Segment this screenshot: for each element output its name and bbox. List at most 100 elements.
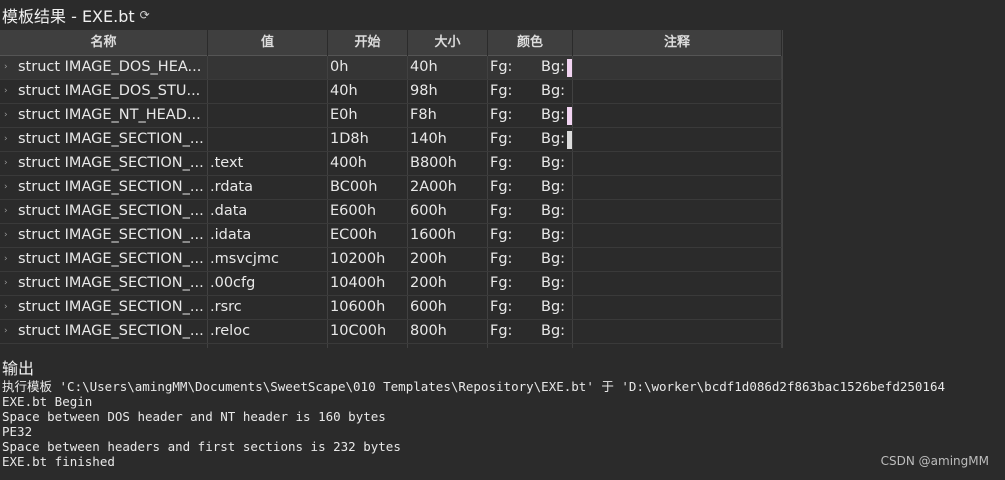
cell-name: › struct IMAGE_SECTION_... <box>0 176 208 199</box>
refresh-icon[interactable]: ⟳ <box>140 8 150 22</box>
cell-name: › struct IMAGE_SECTION_... <box>0 320 208 343</box>
column-header-value[interactable]: 值 <box>208 30 328 56</box>
cell-start: EC00h <box>328 224 408 247</box>
cell-name: › struct IMAGE_SECTION_... <box>0 248 208 271</box>
expand-arrow-icon[interactable]: › <box>4 248 18 271</box>
fg-label: Fg: <box>490 83 513 99</box>
cell-start: 1D8h <box>328 128 408 151</box>
output-console[interactable]: 执行模板 'C:\Users\amingMM\Documents\SweetSc… <box>2 379 1005 469</box>
row-name-text: struct IMAGE_SECTION_... <box>18 323 204 339</box>
cell-name: › struct IMAGE_SECTION_... <box>0 224 208 247</box>
table-body: › struct IMAGE_DOS_HEA... 0h 40h Fg: Bg: › stru… <box>0 56 782 348</box>
cell-value: .data <box>208 200 328 223</box>
table-row[interactable]: › struct IMAGE_SECTION_... .reloc 10C00h 800… <box>0 320 782 344</box>
cell-name: › struct IMAGE_SECTION_... <box>0 296 208 319</box>
cell-comment <box>573 176 782 199</box>
output-line: Space between headers and first sections… <box>2 439 401 454</box>
row-name-text: struct IMAGE_SECTION_... <box>18 275 204 291</box>
cell-size: F8h <box>408 104 488 127</box>
table-row[interactable]: › struct IMAGE_SECTION_... .data E600h 600h F… <box>0 200 782 224</box>
cell-comment <box>573 224 782 247</box>
table-header: 名称 值 开始 大小 颜色 注释 <box>0 30 782 56</box>
cell-name: › struct IMAGE_SECTION_... <box>0 272 208 295</box>
cell-start: 10C00h <box>328 320 408 343</box>
cell-name <box>0 344 208 348</box>
column-header-color[interactable]: 颜色 <box>488 30 573 56</box>
cell-start: E600h <box>328 200 408 223</box>
column-header-size[interactable]: 大小 <box>408 30 488 56</box>
expand-arrow-icon[interactable]: › <box>4 200 18 223</box>
table-row[interactable] <box>0 344 782 348</box>
table-row[interactable]: › struct IMAGE_SECTION_... .rsrc 10600h 600h… <box>0 296 782 320</box>
table-row[interactable]: › struct IMAGE_SECTION_... .msvcjmc 10200h 2… <box>0 248 782 272</box>
expand-arrow-icon[interactable]: › <box>4 296 18 319</box>
cell-comment <box>573 128 782 151</box>
row-name-text: struct IMAGE_SECTION_... <box>18 251 204 267</box>
cell-size <box>408 344 488 348</box>
cell-name: › struct IMAGE_DOS_HEA... <box>0 56 208 79</box>
cell-start: 400h <box>328 152 408 175</box>
output-line: EXE.bt finished <box>2 454 115 469</box>
expand-arrow-icon[interactable]: › <box>4 320 18 343</box>
cell-value: .00cfg <box>208 272 328 295</box>
bg-label: Bg: <box>541 299 566 315</box>
table-row[interactable]: › struct IMAGE_SECTION_... 1D8h 140h Fg: Bg: <box>0 128 782 152</box>
cell-size: 200h <box>408 248 488 271</box>
cell-value: .reloc <box>208 320 328 343</box>
expand-arrow-icon[interactable]: › <box>4 176 18 199</box>
cell-size: 1600h <box>408 224 488 247</box>
cell-color: Fg: Bg: <box>488 272 573 295</box>
cell-comment <box>573 272 782 295</box>
cell-value <box>208 56 328 79</box>
table-row[interactable]: › struct IMAGE_SECTION_... .text 400h B800h F… <box>0 152 782 176</box>
expand-arrow-icon[interactable]: › <box>4 80 18 103</box>
bg-label: Bg: <box>541 59 566 75</box>
expand-arrow-icon[interactable]: › <box>4 224 18 247</box>
cell-color: Fg: Bg: <box>488 176 573 199</box>
cell-size: 200h <box>408 272 488 295</box>
column-header-start[interactable]: 开始 <box>328 30 408 56</box>
expand-arrow-icon[interactable]: › <box>4 152 18 175</box>
cell-comment <box>573 104 782 127</box>
fg-label: Fg: <box>490 227 513 243</box>
bg-label: Bg: <box>541 155 566 171</box>
table-row[interactable]: › struct IMAGE_SECTION_... .idata EC00h 1600… <box>0 224 782 248</box>
expand-arrow-icon[interactable]: › <box>4 56 18 79</box>
fg-label: Fg: <box>490 131 513 147</box>
cell-size: B800h <box>408 152 488 175</box>
cell-comment <box>573 296 782 319</box>
expand-arrow-icon[interactable]: › <box>4 104 18 127</box>
bg-label: Bg: <box>541 131 566 147</box>
table-row[interactable]: › struct IMAGE_NT_HEAD... E0h F8h Fg: Bg: <box>0 104 782 128</box>
cell-color: Fg: Bg: <box>488 200 573 223</box>
cell-color: Fg: Bg: <box>488 104 573 127</box>
table-row[interactable]: › struct IMAGE_SECTION_... .rdata BC00h 2A00… <box>0 176 782 200</box>
cell-size: 2A00h <box>408 176 488 199</box>
output-line: 执行模板 'C:\Users\amingMM\Documents\SweetSc… <box>2 379 945 394</box>
output-line: Space between DOS header and NT header i… <box>2 409 386 424</box>
bg-label: Bg: <box>541 203 566 219</box>
bg-color-swatch <box>567 58 572 77</box>
cell-start <box>328 344 408 348</box>
fg-label: Fg: <box>490 179 513 195</box>
cell-comment <box>573 248 782 271</box>
cell-start: 10400h <box>328 272 408 295</box>
expand-arrow-icon[interactable]: › <box>4 128 18 151</box>
output-line: EXE.bt Begin <box>2 394 93 409</box>
cell-value <box>208 80 328 103</box>
column-header-comment[interactable]: 注释 <box>573 30 782 56</box>
table-row[interactable]: › struct IMAGE_SECTION_... .00cfg 10400h 200… <box>0 272 782 296</box>
expand-arrow-icon[interactable]: › <box>4 272 18 295</box>
template-results-title-bar: 模板结果 - EXE.bt ⟳ <box>0 0 1005 30</box>
table-row[interactable]: › struct IMAGE_DOS_STU... 40h 98h Fg: Bg: <box>0 80 782 104</box>
cell-size: 800h <box>408 320 488 343</box>
cell-value <box>208 104 328 127</box>
fg-label: Fg: <box>490 155 513 171</box>
template-results-table: 名称 值 开始 大小 颜色 注释 › struct IMAGE_DOS_HEA..… <box>0 30 783 348</box>
row-name-text: struct IMAGE_SECTION_... <box>18 155 204 171</box>
column-header-name[interactable]: 名称 <box>0 30 208 56</box>
table-row[interactable]: › struct IMAGE_DOS_HEA... 0h 40h Fg: Bg: <box>0 56 782 80</box>
row-name-text: struct IMAGE_SECTION_... <box>18 299 204 315</box>
cell-name: › struct IMAGE_SECTION_... <box>0 152 208 175</box>
fg-label: Fg: <box>490 251 513 267</box>
